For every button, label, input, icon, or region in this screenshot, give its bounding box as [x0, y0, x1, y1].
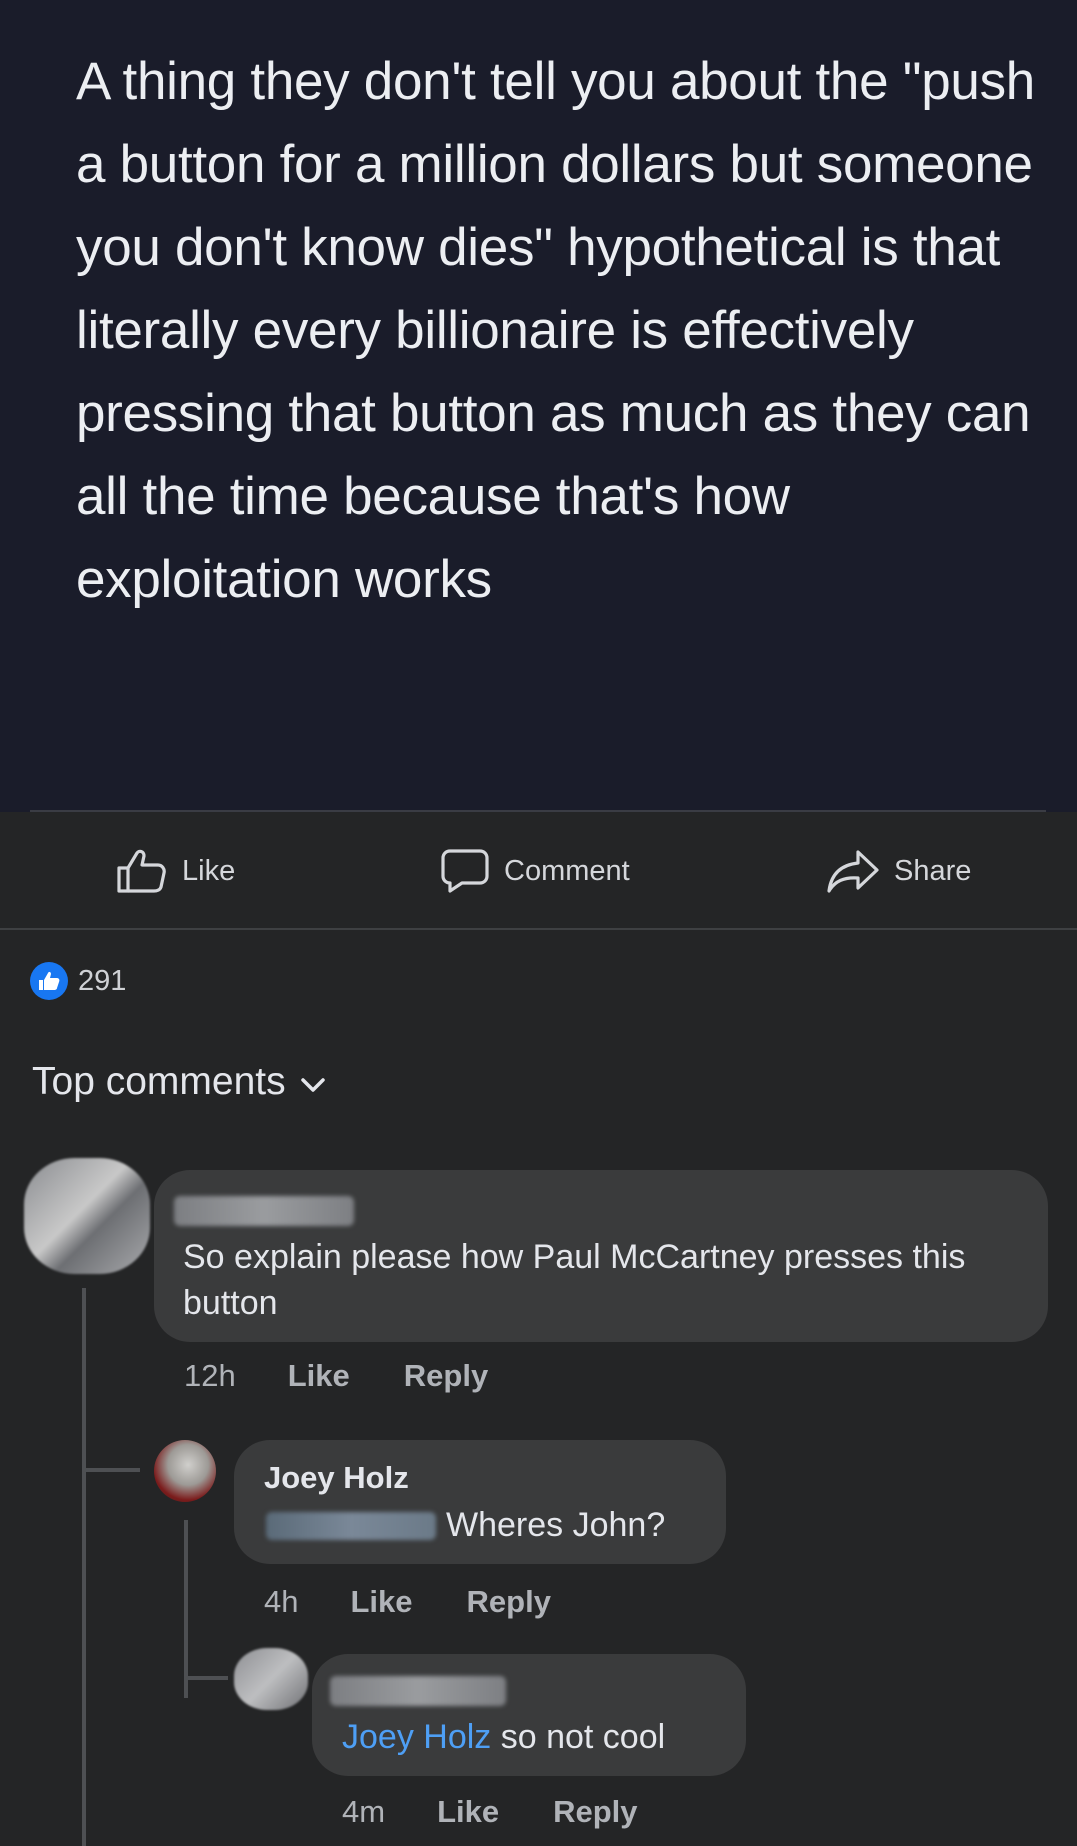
- comment-meta: 4m Like Reply: [342, 1794, 638, 1830]
- chevron-down-icon: [300, 1060, 326, 1104]
- share-icon: [826, 848, 880, 894]
- comment-reply-button[interactable]: Reply: [404, 1358, 488, 1394]
- thread-connector: [188, 1676, 228, 1680]
- redacted-author-name[interactable]: [330, 1676, 506, 1706]
- thread-connector: [86, 1468, 140, 1472]
- comment-label: Comment: [504, 854, 630, 887]
- thread-line: [184, 1520, 188, 1698]
- comment-timestamp: 4m: [342, 1794, 386, 1829]
- comment-author-name[interactable]: Joey Holz: [264, 1460, 409, 1496]
- thumbs-up-icon: [116, 848, 168, 894]
- redacted-mention: [266, 1512, 436, 1540]
- comment-sort-dropdown[interactable]: Top comments: [32, 1060, 326, 1104]
- comment-reply-button[interactable]: Reply: [553, 1794, 637, 1830]
- comment-text: So explain please how Paul McCartney pre…: [183, 1238, 966, 1322]
- comment-reply-button[interactable]: Reply: [467, 1584, 551, 1620]
- comment-button[interactable]: Comment: [440, 812, 630, 930]
- post-text: A thing they don't tell you about the "p…: [76, 52, 1035, 609]
- avatar[interactable]: [24, 1158, 150, 1274]
- comment-icon: [440, 848, 490, 894]
- comment-text-body: so not cool: [491, 1718, 666, 1756]
- like-label: Like: [182, 854, 236, 887]
- avatar[interactable]: [154, 1440, 216, 1502]
- comment-timestamp: 12h: [184, 1358, 236, 1393]
- thumbs-up-icon: [30, 962, 68, 1000]
- share-label: Share: [894, 854, 972, 887]
- comment-like-button[interactable]: Like: [350, 1584, 412, 1620]
- comment-like-button[interactable]: Like: [288, 1358, 350, 1394]
- comment-sort-label: Top comments: [32, 1060, 286, 1103]
- comment-like-button[interactable]: Like: [437, 1794, 499, 1830]
- comment-text: Wheres John?: [446, 1506, 666, 1544]
- comment-text: Joey Holz so not cool: [342, 1714, 665, 1760]
- redacted-author-name[interactable]: [174, 1196, 354, 1226]
- reaction-summary[interactable]: 291: [30, 962, 126, 1000]
- comment-meta: 4h Like Reply: [264, 1584, 551, 1620]
- avatar[interactable]: [234, 1648, 308, 1710]
- comment-meta: 12h Like Reply: [184, 1358, 488, 1394]
- post-action-bar: Like Comment Share: [0, 812, 1077, 930]
- like-button[interactable]: Like: [116, 812, 235, 930]
- thread-line: [82, 1288, 86, 1846]
- comment-timestamp: 4h: [264, 1584, 299, 1619]
- mention-link[interactable]: Joey Holz: [342, 1718, 491, 1756]
- share-button[interactable]: Share: [826, 812, 971, 930]
- thread-connector: [82, 1436, 86, 1472]
- post-image[interactable]: A thing they don't tell you about the "p…: [0, 0, 1077, 812]
- reaction-count: 291: [78, 964, 127, 997]
